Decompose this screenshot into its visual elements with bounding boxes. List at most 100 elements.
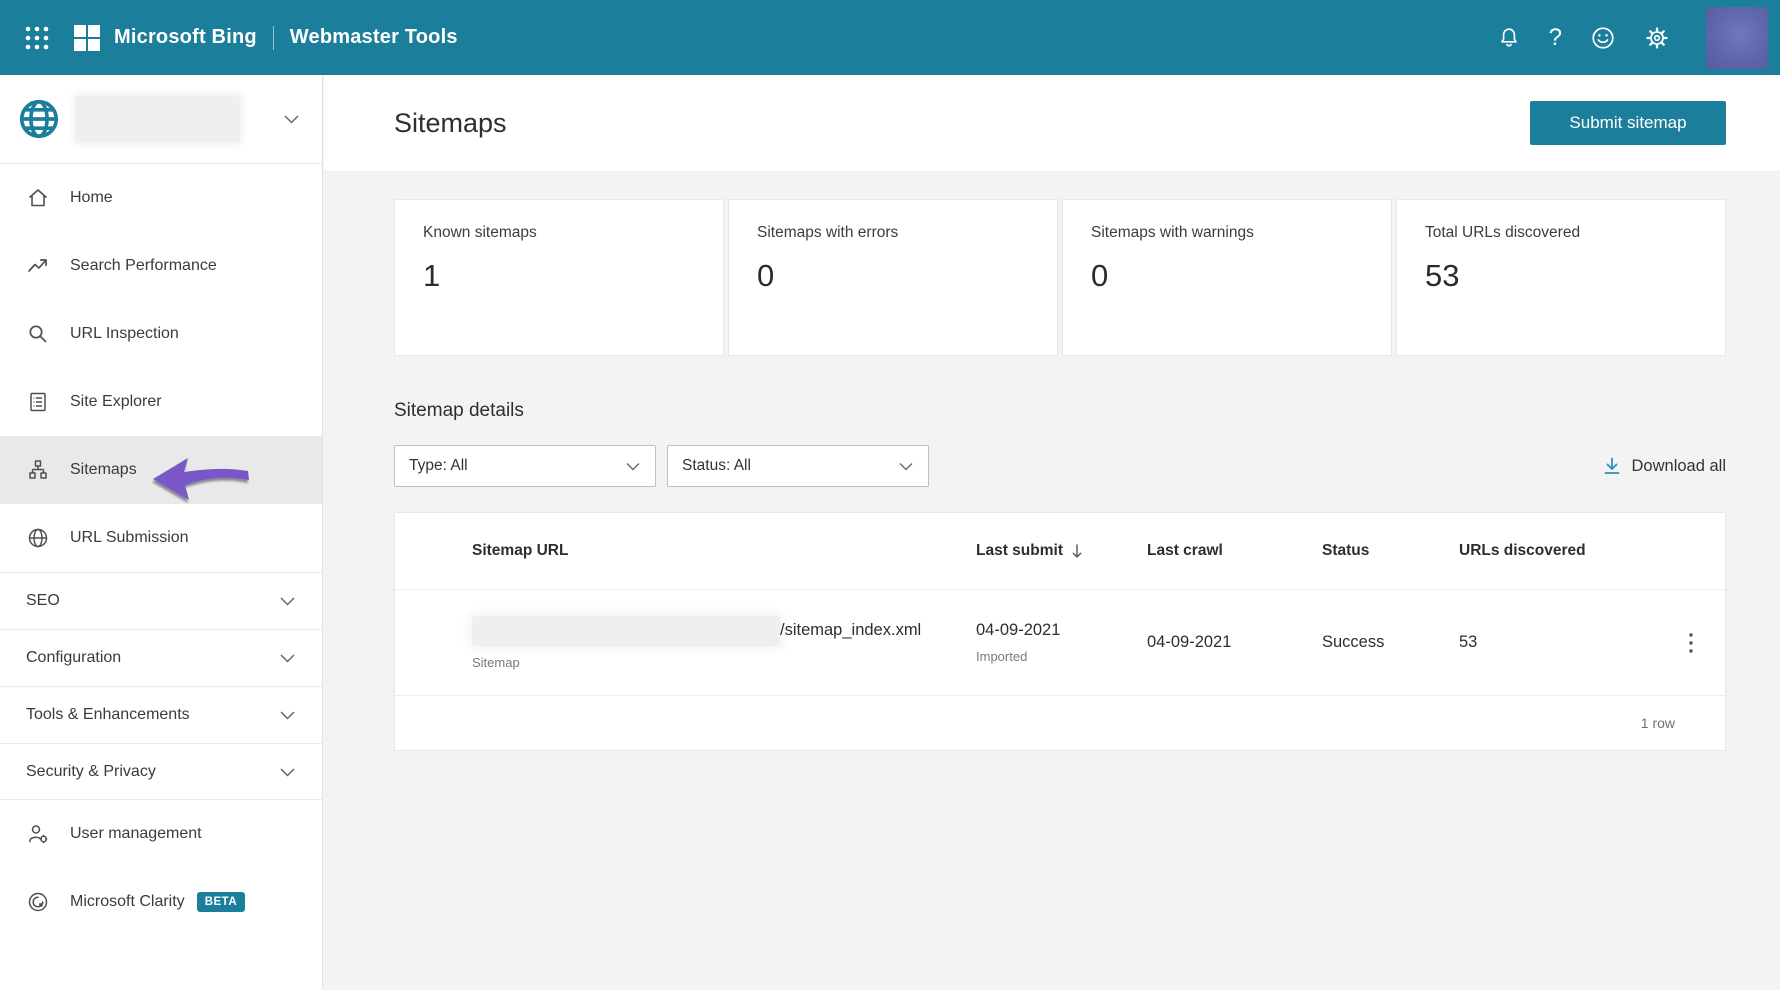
sidebar-item-search-performance[interactable]: Search Performance xyxy=(0,232,322,300)
column-header-last-submit[interactable]: Last submit xyxy=(976,542,1147,560)
chevron-down-icon xyxy=(625,461,641,472)
brand-separator xyxy=(272,25,274,50)
page-header: Sitemaps Submit sitemap xyxy=(324,75,1780,172)
site-name-blurred xyxy=(76,96,240,142)
stat-label: Sitemaps with errors xyxy=(757,224,899,241)
user-avatar[interactable] xyxy=(1706,6,1768,69)
column-header-status[interactable]: Status xyxy=(1322,542,1459,560)
urls-discovered-value: 53 xyxy=(1459,633,1478,651)
type-filter-dropdown[interactable]: Type: All xyxy=(394,445,656,487)
brand-name[interactable]: Microsoft Bing xyxy=(114,26,257,49)
stat-label: Sitemaps with warnings xyxy=(1091,224,1254,241)
column-header-label: Last submit xyxy=(976,542,1063,559)
sitemaps-table: Sitemap URL Last submit Last crawl Statu… xyxy=(394,512,1726,751)
stat-card-known-sitemaps: Known sitemaps 1 xyxy=(394,199,724,356)
sitemap-url-path: /sitemap_index.xml xyxy=(780,621,922,639)
microsoft-logo-icon xyxy=(50,24,100,51)
sort-descending-icon xyxy=(1071,543,1083,560)
last-submit-date: 04-09-2021 xyxy=(976,621,1061,639)
download-all-label: Download all xyxy=(1631,456,1726,475)
submit-sitemap-button[interactable]: Submit sitemap xyxy=(1530,101,1726,145)
stats-cards: Known sitemaps 1 Sitemaps with errors 0 … xyxy=(394,199,1726,356)
sidebar-section-label: SEO xyxy=(26,592,60,609)
document-list-icon xyxy=(26,390,50,414)
sidebar: Home Search Performance URL Inspection S… xyxy=(0,75,323,990)
person-gear-icon xyxy=(26,822,50,846)
clarity-icon xyxy=(26,890,50,914)
sidebar-item-label: Microsoft Clarity xyxy=(70,893,185,910)
last-crawl-date: 04-09-2021 xyxy=(1147,633,1232,651)
status-filter-value: Status: All xyxy=(682,457,751,474)
sidebar-item-microsoft-clarity[interactable]: Microsoft Clarity BETA xyxy=(0,868,322,936)
sidebar-item-url-inspection[interactable]: URL Inspection xyxy=(0,300,322,368)
stat-value: 0 xyxy=(757,258,775,293)
sidebar-item-label: Home xyxy=(70,189,113,206)
status-value: Success xyxy=(1322,633,1385,651)
stat-card-sitemaps-with-warnings: Sitemaps with warnings 0 xyxy=(1062,199,1392,356)
sidebar-item-user-management[interactable]: User management xyxy=(0,800,322,868)
last-submit-note: Imported xyxy=(976,649,1028,664)
sidebar-section-label: Configuration xyxy=(26,649,122,666)
sidebar-item-sitemaps[interactable]: Sitemaps xyxy=(0,436,322,504)
sidebar-section-label: Tools & Enhancements xyxy=(26,706,190,723)
magnifier-icon xyxy=(26,322,50,346)
page-title: Sitemaps xyxy=(394,107,507,138)
settings-gear-icon[interactable] xyxy=(1644,25,1670,51)
sidebar-item-label: User management xyxy=(70,825,202,842)
chevron-down-icon xyxy=(279,709,296,721)
stat-card-sitemaps-with-errors: Sitemaps with errors 0 xyxy=(728,199,1058,356)
top-app-bar: Microsoft Bing Webmaster Tools ? xyxy=(0,0,1780,75)
sidebar-item-label: Search Performance xyxy=(70,257,217,274)
stat-value: 53 xyxy=(1425,258,1460,293)
status-filter-dropdown[interactable]: Status: All xyxy=(667,445,929,487)
apps-launcher-icon[interactable] xyxy=(24,25,50,51)
filters-row: Type: All Status: All Download all xyxy=(394,445,1726,487)
sitemap-url-blurred xyxy=(472,615,780,646)
stat-label: Total URLs discovered xyxy=(1425,224,1581,241)
sitemap-hierarchy-icon xyxy=(26,458,50,482)
stat-label: Known sitemaps xyxy=(423,224,537,241)
column-header-urls-discovered[interactable]: URLs discovered xyxy=(1459,542,1655,560)
sitemap-kind-label: Sitemap xyxy=(472,654,520,670)
chevron-down-icon xyxy=(279,766,296,778)
table-footer: 1 row xyxy=(395,696,1725,750)
beta-badge: BETA xyxy=(196,892,246,912)
trend-up-icon xyxy=(26,254,50,278)
table-row[interactable]: /sitemap_index.xml Sitemap 04-09-2021 Im… xyxy=(395,590,1725,696)
stat-card-total-urls-discovered: Total URLs discovered 53 xyxy=(1396,199,1726,356)
main-content: Sitemaps Submit sitemap Known sitemaps 1… xyxy=(324,75,1780,990)
chevron-down-icon xyxy=(283,113,300,125)
column-header-last-crawl[interactable]: Last crawl xyxy=(1147,542,1322,560)
sidebar-item-site-explorer[interactable]: Site Explorer xyxy=(0,368,322,436)
column-header-sitemap-url[interactable]: Sitemap URL xyxy=(395,542,976,560)
row-count: 1 row xyxy=(1640,715,1675,731)
sidebar-section-configuration[interactable]: Configuration xyxy=(0,629,322,686)
sidebar-section-tools-enhancements[interactable]: Tools & Enhancements xyxy=(0,686,322,743)
home-icon xyxy=(26,186,50,210)
sidebar-section-label: Security & Privacy xyxy=(26,762,156,780)
chevron-down-icon xyxy=(898,461,914,472)
product-name[interactable]: Webmaster Tools xyxy=(290,26,458,49)
sidebar-section-security-privacy[interactable]: Security & Privacy xyxy=(0,743,322,800)
sitemap-details-heading: Sitemap details xyxy=(394,400,524,421)
sidebar-item-label: URL Inspection xyxy=(70,325,179,342)
globe-icon xyxy=(26,526,50,550)
feedback-smiley-icon[interactable] xyxy=(1590,25,1616,51)
site-globe-icon xyxy=(16,96,62,142)
sidebar-section-seo[interactable]: SEO xyxy=(0,572,322,629)
download-icon xyxy=(1602,456,1622,476)
help-icon[interactable]: ? xyxy=(1549,25,1562,50)
sidebar-item-label: URL Submission xyxy=(70,529,189,546)
sidebar-item-url-submission[interactable]: URL Submission xyxy=(0,504,322,572)
sidebar-item-label: Site Explorer xyxy=(70,393,162,410)
row-actions-kebab-icon[interactable] xyxy=(1655,631,1727,655)
sidebar-item-home[interactable]: Home xyxy=(0,164,322,232)
chevron-down-icon xyxy=(279,652,296,664)
notifications-bell-icon[interactable] xyxy=(1497,26,1521,50)
sidebar-item-label: Sitemaps xyxy=(70,461,137,478)
download-all-button[interactable]: Download all xyxy=(1602,456,1726,476)
stat-value: 1 xyxy=(423,258,441,293)
site-selector[interactable] xyxy=(0,75,322,164)
chevron-down-icon xyxy=(279,595,296,607)
table-header-row: Sitemap URL Last submit Last crawl Statu… xyxy=(395,513,1725,590)
